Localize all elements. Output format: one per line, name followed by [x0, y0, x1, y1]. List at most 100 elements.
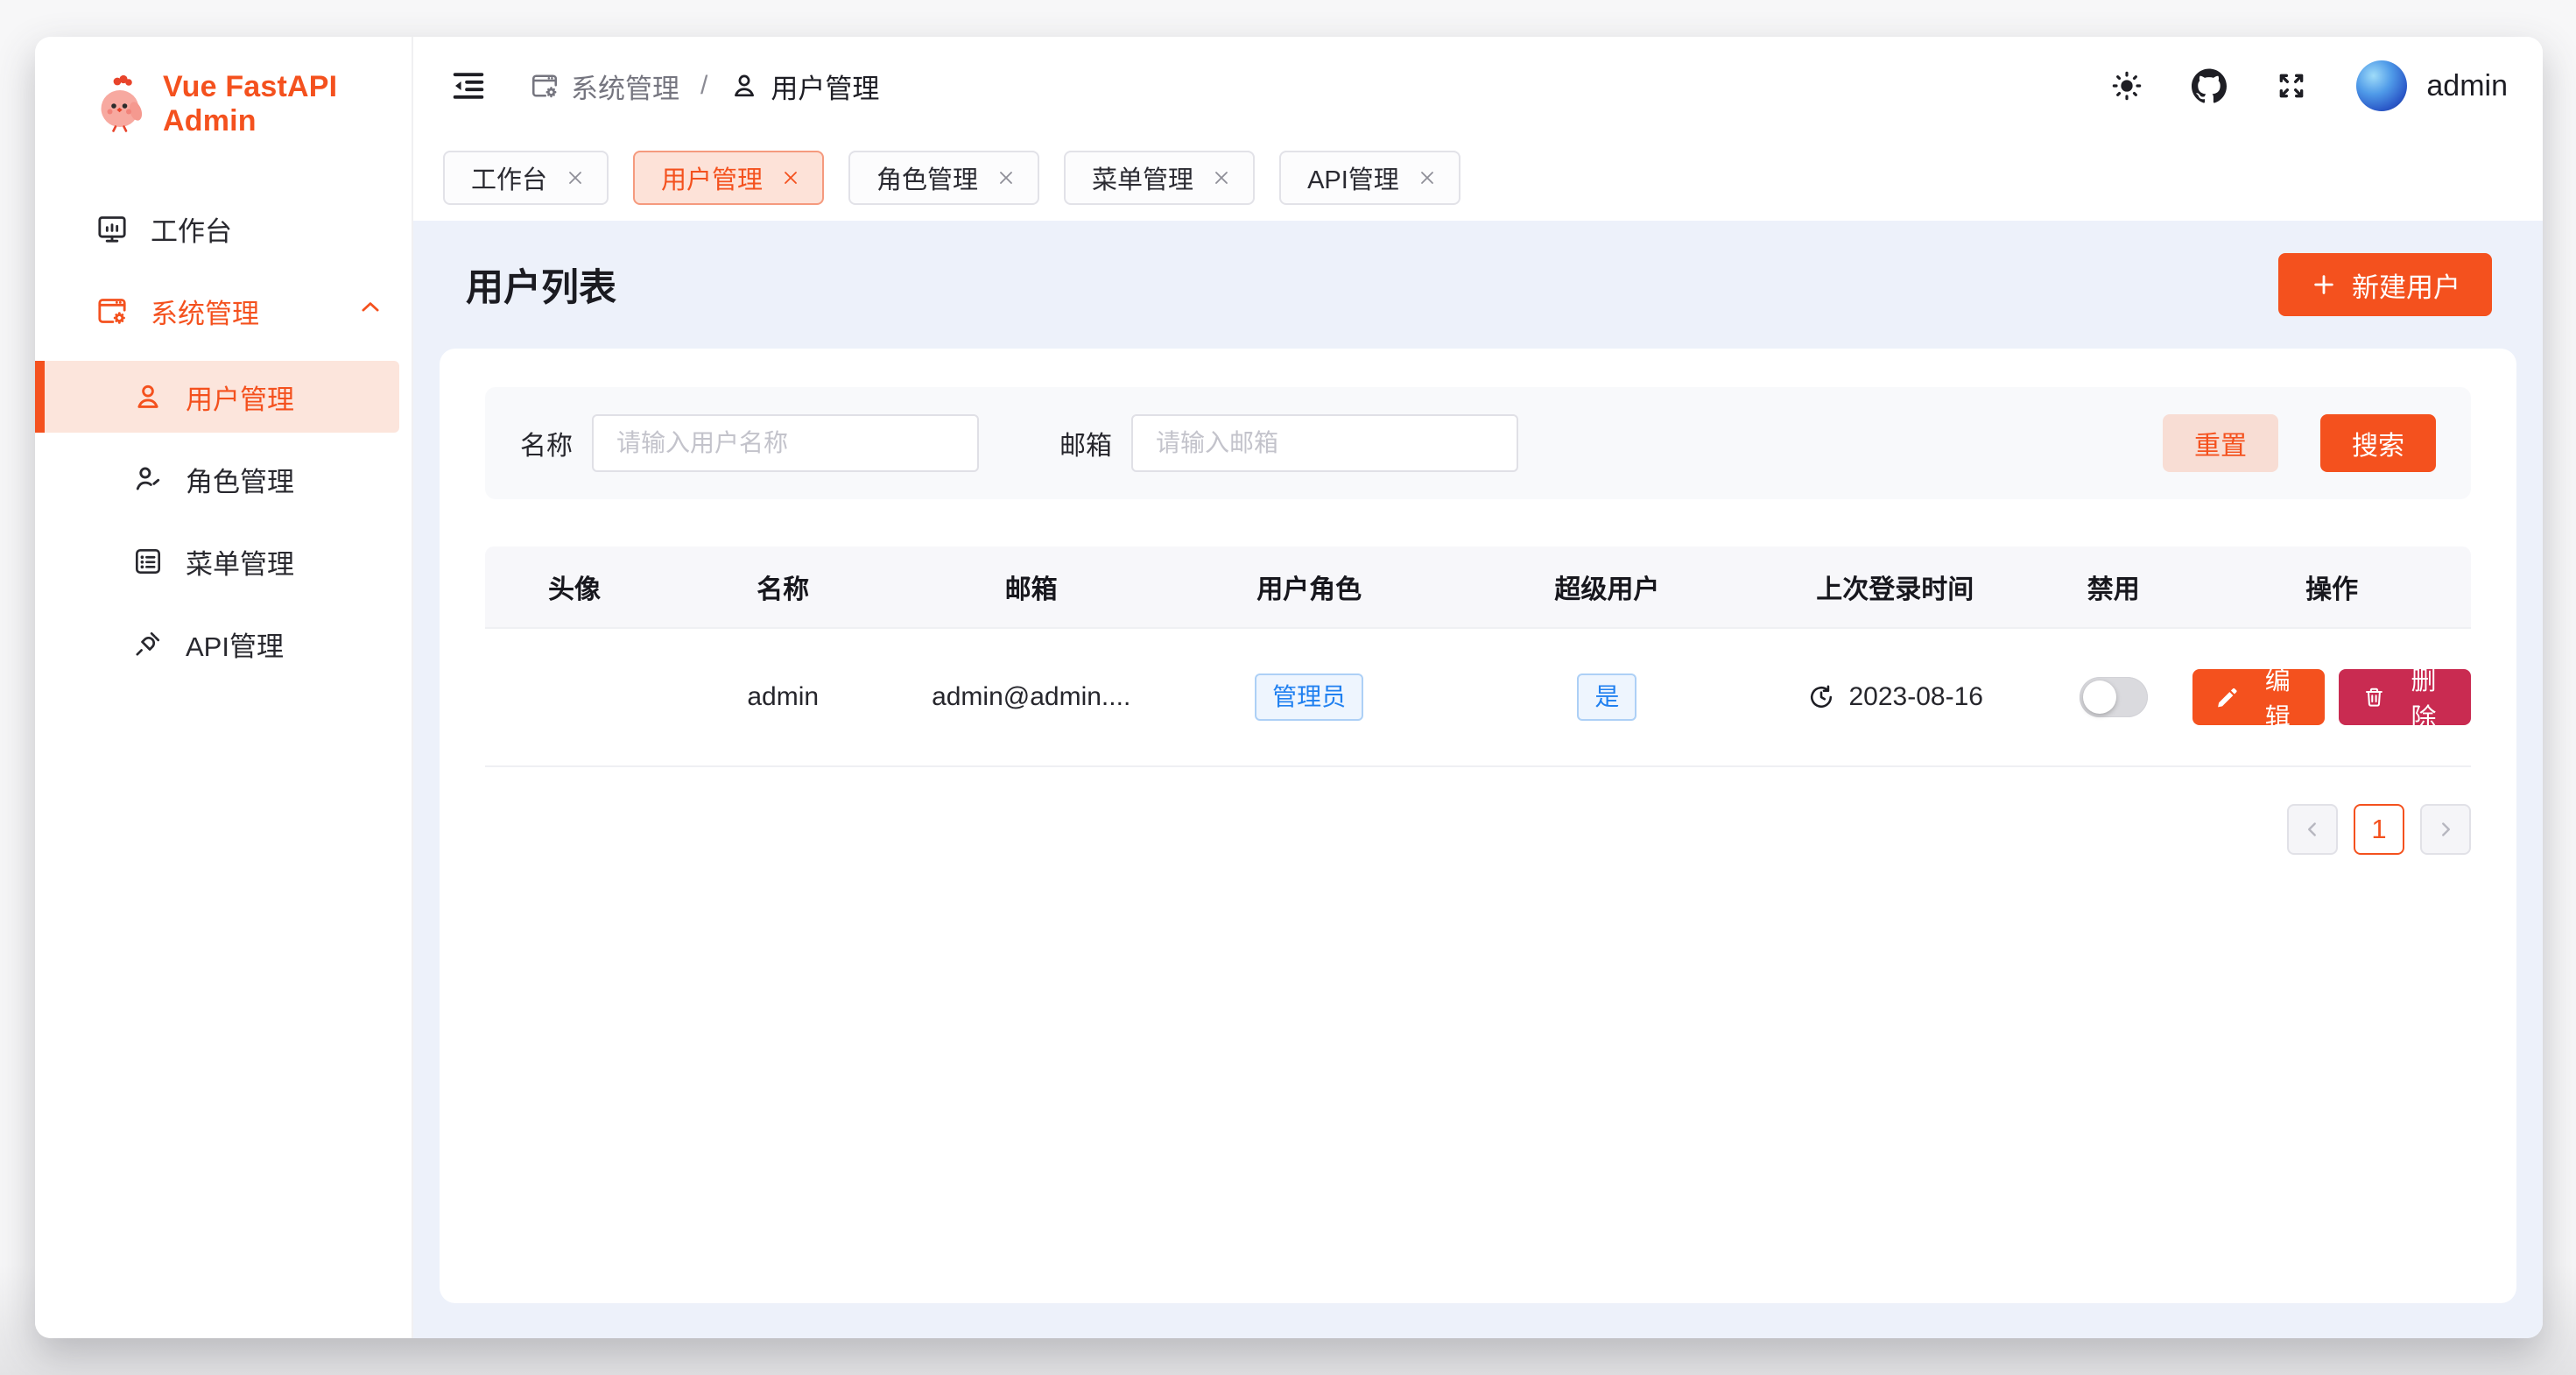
delete-button[interactable]: 删除: [2339, 669, 2471, 725]
name-filter-label: 名称: [520, 424, 573, 462]
github-icon: [2192, 68, 2227, 103]
disabled-toggle[interactable]: [2080, 677, 2148, 717]
column-name: 名称: [664, 568, 902, 606]
tab-workbench[interactable]: 工作台: [443, 151, 609, 205]
sidebar-item-user-management[interactable]: 用户管理: [35, 361, 399, 433]
new-user-button-label: 新建用户: [2352, 265, 2460, 305]
plug-icon: [131, 627, 165, 660]
app-logo[interactable]: Vue FastAPI Admin: [35, 37, 412, 138]
superuser-tag: 是: [1577, 673, 1636, 721]
actions-cell: 编辑 删除: [2192, 669, 2471, 725]
tab-menu-management[interactable]: 菜单管理: [1064, 151, 1255, 205]
breadcrumb-separator: /: [700, 71, 707, 101]
browser-settings-icon: [95, 293, 130, 328]
pagination-prev-button[interactable]: [2287, 804, 2338, 855]
last-login-cell: 2023-08-16: [1756, 682, 2034, 712]
github-link-button[interactable]: [2192, 68, 2227, 103]
fullscreen-button[interactable]: [2274, 68, 2309, 103]
tab-role-management[interactable]: 角色管理: [848, 151, 1039, 205]
user-menu[interactable]: admin: [2356, 60, 2508, 111]
column-avatar: 头像: [485, 568, 664, 606]
column-role: 用户角色: [1160, 568, 1458, 606]
tab-close-icon[interactable]: [1417, 167, 1438, 188]
history-clock-icon: [1806, 682, 1836, 712]
table-row: admin admin@admin.... 管理员 是: [485, 629, 2471, 767]
theme-toggle-button[interactable]: [2109, 68, 2144, 103]
tab-label: 菜单管理: [1092, 159, 1193, 196]
sidebar-item-label: API管理: [186, 624, 284, 664]
new-user-button[interactable]: 新建用户: [2278, 253, 2492, 316]
last-login-value: 2023-08-16: [1848, 682, 1982, 712]
breadcrumb: 系统管理 / 用户管理: [529, 67, 879, 106]
role-tag: 管理员: [1255, 673, 1363, 721]
tab-api-management[interactable]: API管理: [1279, 151, 1460, 205]
email-filter-label: 邮箱: [1059, 424, 1112, 462]
column-last-login: 上次登录时间: [1756, 568, 2034, 606]
sun-icon: [2109, 68, 2144, 103]
search-button[interactable]: 搜索: [2320, 414, 2436, 472]
chevron-right-icon: [2434, 818, 2457, 841]
tab-close-icon[interactable]: [996, 167, 1017, 188]
sidebar-item-label: 角色管理: [186, 460, 294, 499]
pagination-next-button[interactable]: [2420, 804, 2471, 855]
chevron-up-icon: [357, 294, 384, 328]
tab-bar: 工作台 用户管理 角色管理 菜单管理: [413, 135, 2543, 221]
email-cell: admin@admin....: [902, 682, 1160, 712]
sidebar-item-menu-management[interactable]: 菜单管理: [35, 525, 412, 597]
edit-button[interactable]: 编辑: [2192, 669, 2325, 725]
pencil-icon: [2215, 684, 2241, 710]
person-icon: [131, 380, 165, 413]
list-icon: [131, 545, 165, 578]
filter-actions: 重置 搜索: [2163, 414, 2436, 472]
sidebar-collapse-button[interactable]: [448, 66, 489, 106]
main-area: 系统管理 / 用户管理: [413, 37, 2543, 1338]
sidebar-item-system[interactable]: 系统管理: [35, 279, 412, 343]
user-avatar: [2356, 60, 2407, 111]
superuser-cell: 是: [1458, 673, 1756, 721]
sidebar-nav: 工作台 系统管理: [35, 196, 412, 690]
breadcrumb-system[interactable]: 系统管理: [529, 67, 679, 106]
tab-label: 角色管理: [876, 159, 978, 196]
monitor-icon: [95, 211, 130, 246]
name-filter-input[interactable]: [592, 414, 979, 472]
sidebar-item-role-management[interactable]: 角色管理: [35, 443, 412, 515]
reset-button[interactable]: 重置: [2163, 414, 2278, 472]
username: admin: [2426, 69, 2508, 103]
sidebar-item-label: 工作台: [151, 209, 232, 249]
plus-icon: [2310, 271, 2338, 299]
column-email: 邮箱: [902, 568, 1160, 606]
header-actions: admin: [2109, 60, 2508, 111]
page-title: 用户列表: [466, 257, 616, 312]
pagination-page-1[interactable]: 1: [2354, 804, 2404, 855]
tab-label: API管理: [1307, 159, 1399, 196]
sidebar-item-api-management[interactable]: API管理: [35, 608, 412, 680]
chevron-left-icon: [2301, 818, 2324, 841]
email-filter-input[interactable]: [1131, 414, 1518, 472]
role-cell: 管理员: [1160, 673, 1458, 721]
page-content: 用户列表 新建用户 名称 邮箱 重置 搜索: [413, 221, 2543, 1338]
pagination: 1: [485, 804, 2471, 855]
menu-fold-icon: [448, 66, 489, 106]
breadcrumb-label: 系统管理: [571, 67, 679, 106]
toggle-knob: [2083, 680, 2116, 714]
tab-close-icon[interactable]: [565, 167, 586, 188]
trash-icon: [2361, 684, 2387, 710]
disabled-cell: [2034, 677, 2192, 717]
tab-close-icon[interactable]: [1211, 167, 1232, 188]
column-superuser: 超级用户: [1458, 568, 1756, 606]
users-table: 头像 名称 邮箱 用户角色 超级用户 上次登录时间 禁用 操作 admin ad…: [485, 546, 2471, 767]
column-disabled: 禁用: [2034, 568, 2192, 606]
edit-button-label: 编辑: [2253, 660, 2302, 734]
page-header: 用户列表 新建用户: [440, 221, 2516, 349]
tab-close-icon[interactable]: [780, 167, 801, 188]
chick-icon: [91, 74, 149, 135]
person-icon: [728, 70, 760, 102]
sidebar-item-workbench[interactable]: 工作台: [35, 196, 412, 261]
filter-bar: 名称 邮箱 重置 搜索: [485, 387, 2471, 499]
breadcrumb-user[interactable]: 用户管理: [728, 67, 879, 106]
sidebar: Vue FastAPI Admin 工作台 系统管理: [35, 37, 413, 1338]
expand-icon: [2274, 68, 2309, 103]
app-window: Vue FastAPI Admin 工作台 系统管理: [35, 37, 2543, 1338]
tab-user-management[interactable]: 用户管理: [633, 151, 824, 205]
app-title: Vue FastAPI Admin: [163, 70, 412, 138]
